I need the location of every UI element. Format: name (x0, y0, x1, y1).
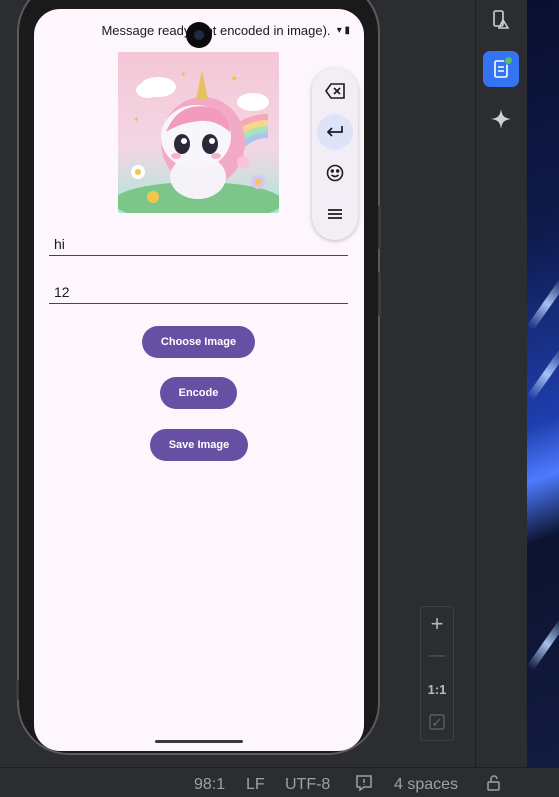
device-manager-icon[interactable] (483, 2, 519, 38)
backspace-icon[interactable] (317, 73, 353, 109)
lock-icon[interactable] (485, 774, 503, 797)
running-devices-icon[interactable] (483, 51, 519, 87)
choose-image-button[interactable]: Choose Image (142, 326, 255, 358)
message-input[interactable]: hi (49, 231, 348, 256)
svg-text:✦: ✦ (133, 115, 140, 124)
enter-icon[interactable] (317, 114, 353, 150)
key-input[interactable]: 12 (49, 279, 348, 304)
line-ending[interactable]: LF (246, 776, 265, 794)
cursor-position[interactable]: 98:1 (194, 776, 225, 794)
desktop-wallpaper (526, 0, 559, 767)
gesture-home-bar[interactable] (155, 740, 243, 743)
ide-status-bar: 98:1 LF UTF-8 4 spaces (0, 767, 559, 797)
indent-setting[interactable]: 4 spaces (394, 776, 458, 794)
device-screen: ▾ ▮ Message ready (not encoded in image)… (34, 9, 364, 751)
notification-icon[interactable] (355, 774, 373, 797)
key-input-value: 12 (54, 284, 70, 300)
status-dot (504, 56, 513, 65)
zoom-in-button[interactable]: + (421, 611, 453, 637)
emoji-icon[interactable] (317, 155, 353, 191)
file-encoding[interactable]: UTF-8 (285, 776, 330, 794)
message-input-value: hi (54, 236, 65, 252)
zoom-actual-size-button[interactable]: 1:1 (421, 682, 453, 697)
menu-icon[interactable] (317, 196, 353, 232)
gemini-sparkle-icon[interactable] (483, 101, 519, 137)
zoom-controls: + — 1:1 (420, 606, 454, 741)
front-camera (186, 22, 212, 48)
zoom-out-button[interactable]: — (421, 647, 453, 665)
svg-text:✦: ✦ (180, 70, 187, 79)
zoom-fit-icon[interactable] (421, 713, 453, 736)
keyboard-floating-toolbar (312, 68, 358, 240)
encode-button[interactable]: Encode (160, 377, 237, 409)
selected-image[interactable]: ✦ ✦ ✦ (118, 52, 279, 213)
svg-text:✦: ✦ (230, 74, 238, 85)
toast-message: Message ready (not encoded in image). (101, 23, 331, 38)
save-image-button[interactable]: Save Image (150, 429, 248, 461)
